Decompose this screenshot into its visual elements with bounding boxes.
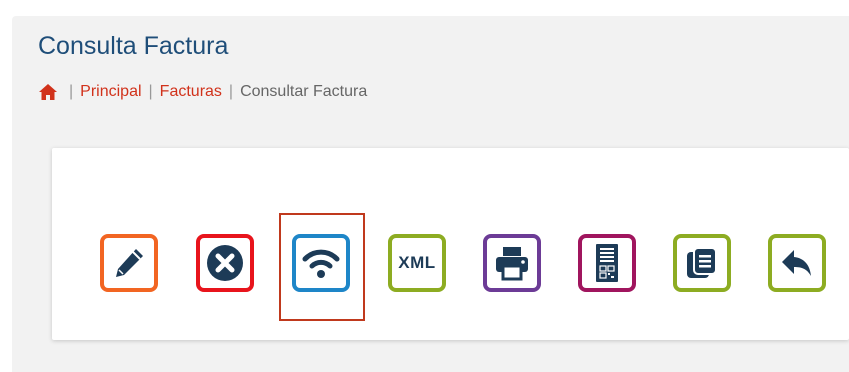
page-title: Consulta Factura [38, 32, 229, 60]
qr-button[interactable] [578, 234, 636, 292]
breadcrumb-current: Consultar Factura [240, 83, 368, 100]
breadcrumb-link-principal[interactable]: Principal [80, 83, 141, 101]
home-icon[interactable] [38, 83, 58, 101]
print-button[interactable] [483, 234, 541, 292]
copy-icon [687, 247, 717, 278]
breadcrumb: | Principal | Facturas | Consultar Factu… [38, 83, 367, 101]
printer-icon [496, 247, 528, 281]
page-container: Consulta Factura | Principal | Facturas … [12, 16, 849, 372]
copy-button[interactable] [673, 234, 731, 292]
back-button[interactable] [768, 234, 826, 292]
send-button[interactable] [292, 234, 350, 292]
qr-document-icon [596, 244, 618, 282]
cancel-button[interactable] [196, 234, 254, 292]
breadcrumb-link-facturas[interactable]: Facturas [160, 83, 222, 101]
edit-button[interactable] [100, 234, 158, 292]
xml-button[interactable]: XML [388, 234, 446, 292]
close-circle-icon [207, 245, 243, 281]
back-arrow-icon [782, 250, 811, 276]
breadcrumb-separator: | [69, 83, 74, 100]
wifi-signal-icon [302, 249, 340, 278]
pencil-icon [116, 249, 143, 277]
breadcrumb-separator: | [148, 83, 153, 100]
breadcrumb-separator: | [228, 83, 234, 100]
xml-icon: XML [398, 253, 436, 272]
actions-card: XML [52, 148, 849, 340]
